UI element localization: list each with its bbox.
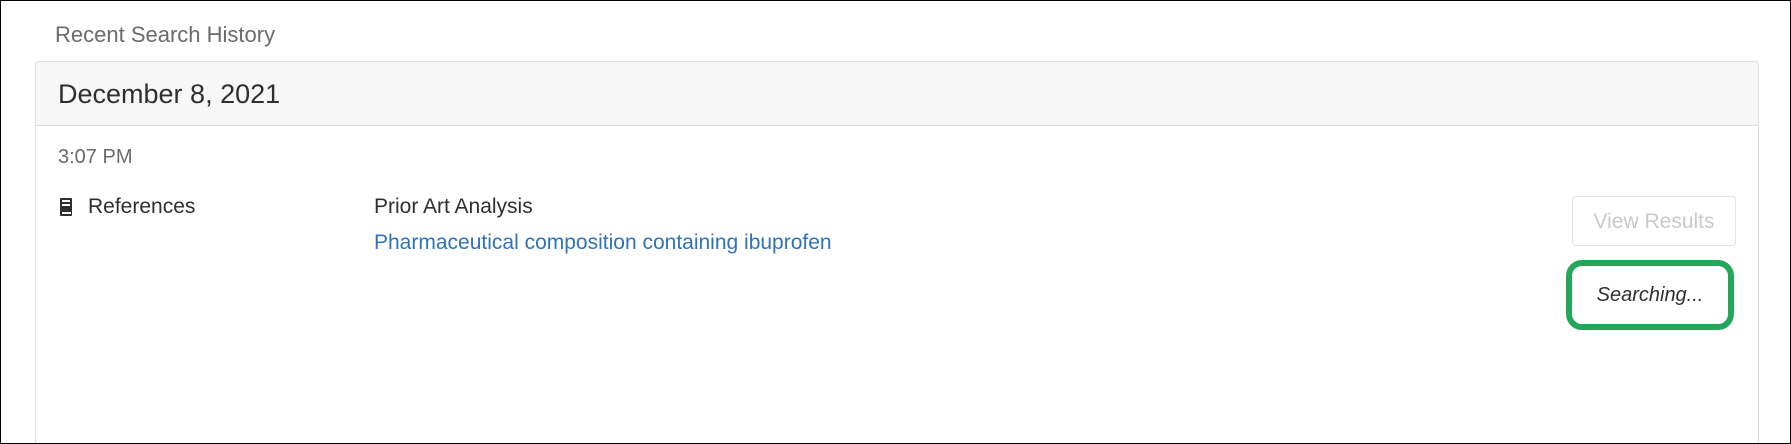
searching-status-badge: Searching... — [1566, 260, 1734, 330]
book-icon — [58, 197, 74, 217]
search-time: 3:07 PM — [58, 146, 133, 168]
section-title: Recent Search History — [55, 22, 276, 47]
book-pages — [62, 212, 71, 214]
history-date: December 8, 2021 — [58, 78, 281, 109]
history-card-header: December 8, 2021 — [36, 62, 1758, 126]
book-title-line-2 — [62, 204, 70, 206]
book-icon-svg — [60, 198, 72, 216]
book-title-line-1 — [62, 200, 70, 202]
screenshot-frame: Recent Search History December 8, 2021 3… — [0, 0, 1791, 444]
searching-status-text: Searching... — [1596, 284, 1704, 306]
view-results-button[interactable]: View Results — [1572, 196, 1736, 246]
search-type-row: References — [58, 194, 195, 220]
analysis-title: Prior Art Analysis — [374, 195, 533, 218]
history-card: December 8, 2021 3:07 PM References Prio… — [35, 61, 1759, 443]
search-type-label: References — [88, 195, 196, 218]
search-query-link[interactable]: Pharmaceutical composition containing ib… — [374, 230, 832, 256]
